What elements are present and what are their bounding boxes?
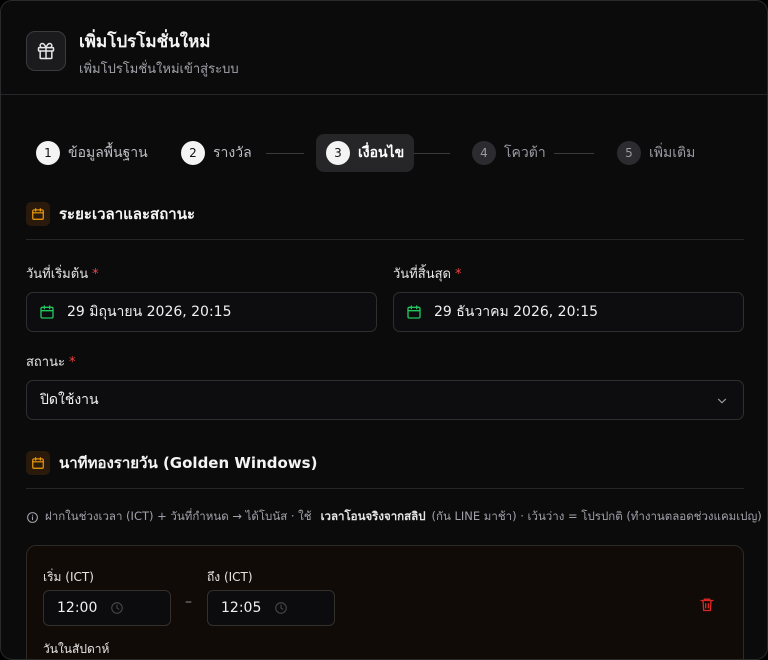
hint-suffix: (กัน LINE มาช้า) · เว้นว่าง = โปรปกติ (ท…	[431, 509, 762, 523]
window-start-input[interactable]: 12:00	[43, 590, 171, 626]
section-title: ระยะเวลาและสถานะ	[59, 205, 196, 223]
stepper: 1 ข้อมูลพื้นฐาน 2 รางวัล 3 เงื่อนไข 4 โค…	[26, 134, 726, 172]
step-number: 4	[472, 141, 496, 165]
promotion-modal: เพิ่มโปรโมชั่นใหม่ เพิ่มโปรโมชั่นใหม่เข้…	[0, 0, 768, 660]
clock-icon	[111, 602, 123, 614]
start-date-input[interactable]: 29 มิถุนายน 2026, 20:15	[26, 292, 377, 332]
weekdays-label: วันในสัปดาห์	[43, 642, 110, 656]
golden-hint: ฝากในช่วงเวลา (ICT) + วันที่กำหนด → ได้โ…	[26, 508, 762, 526]
modal-title: เพิ่มโปรโมชั่นใหม่	[79, 32, 211, 52]
golden-section-header: นาทีทองรายวัน (Golden Windows)	[26, 451, 317, 475]
step-connector	[554, 153, 594, 154]
step-label: เพิ่มเติม	[649, 145, 696, 161]
step-connector	[414, 153, 450, 154]
status-value: ปิดใช้งาน	[40, 392, 99, 408]
calendar-icon	[40, 305, 54, 319]
required-mark: *	[68, 355, 76, 370]
start-date-value: 29 มิถุนายน 2026, 20:15	[67, 304, 232, 320]
section-title: นาทีทองรายวัน (Golden Windows)	[59, 454, 318, 472]
gift-icon	[26, 31, 66, 71]
start-date-label-text: วันที่เริ่มต้น	[26, 267, 89, 282]
step-label: รางวัล	[213, 145, 252, 161]
status-label-text: สถานะ	[26, 355, 65, 370]
step-label: โควต้า	[504, 145, 546, 161]
calendar-icon	[26, 451, 50, 475]
window-end-value: 12:05	[221, 600, 262, 616]
window-end-input[interactable]: 12:05	[207, 590, 335, 626]
end-date-label: วันที่สิ้นสุด *	[393, 263, 461, 284]
step-number: 3	[326, 141, 350, 165]
step-connector	[266, 153, 304, 154]
golden-window-card: เริ่ม (ICT) 12:00 – ถึง (ICT) 12:05 วันใ…	[26, 545, 744, 659]
step-conditions[interactable]: 3 เงื่อนไข	[316, 134, 415, 172]
end-date-input[interactable]: 29 ธันวาคม 2026, 20:15	[393, 292, 744, 332]
step-quota[interactable]: 4 โควต้า	[462, 134, 556, 172]
end-date-label-text: วันที่สิ้นสุด	[393, 267, 451, 282]
window-start-value: 12:00	[57, 600, 98, 616]
required-mark: *	[454, 267, 462, 282]
status-label: สถานะ *	[26, 351, 75, 372]
divider	[26, 488, 744, 489]
divider	[26, 239, 744, 240]
trash-icon[interactable]	[699, 596, 715, 613]
window-start-label: เริ่ม (ICT)	[43, 570, 94, 584]
window-end-label: ถึง (ICT)	[207, 570, 253, 584]
step-extra[interactable]: 5 เพิ่มเติม	[607, 134, 705, 172]
step-rewards[interactable]: 2 รางวัล	[171, 134, 262, 172]
clock-icon	[275, 602, 287, 614]
calendar-icon	[407, 305, 421, 319]
period-section-header: ระยะเวลาและสถานะ	[26, 202, 195, 226]
end-date-value: 29 ธันวาคม 2026, 20:15	[434, 304, 599, 320]
info-icon	[27, 511, 38, 523]
step-label: ข้อมูลพื้นฐาน	[68, 145, 148, 161]
status-select[interactable]: ปิดใช้งาน	[26, 380, 744, 420]
step-basic-info[interactable]: 1 ข้อมูลพื้นฐาน	[26, 134, 158, 172]
hint-prefix: ฝากในช่วงเวลา (ICT) + วันที่กำหนด → ได้โ…	[45, 509, 312, 523]
modal-subtitle: เพิ่มโปรโมชั่นใหม่เข้าสู่ระบบ	[79, 62, 239, 77]
chevron-down-icon	[717, 398, 727, 404]
calendar-icon	[26, 202, 50, 226]
required-mark: *	[92, 267, 99, 282]
step-number: 1	[36, 141, 60, 165]
step-label: เงื่อนไข	[358, 145, 405, 161]
modal-header: เพิ่มโปรโมชั่นใหม่ เพิ่มโปรโมชั่นใหม่เข้…	[1, 1, 767, 95]
range-separator: –	[185, 594, 192, 610]
start-date-label: วันที่เริ่มต้น *	[26, 263, 99, 284]
step-number: 2	[181, 141, 205, 165]
hint-bold: เวลาโอนจริงจากสลิป	[320, 509, 426, 523]
step-number: 5	[617, 141, 641, 165]
